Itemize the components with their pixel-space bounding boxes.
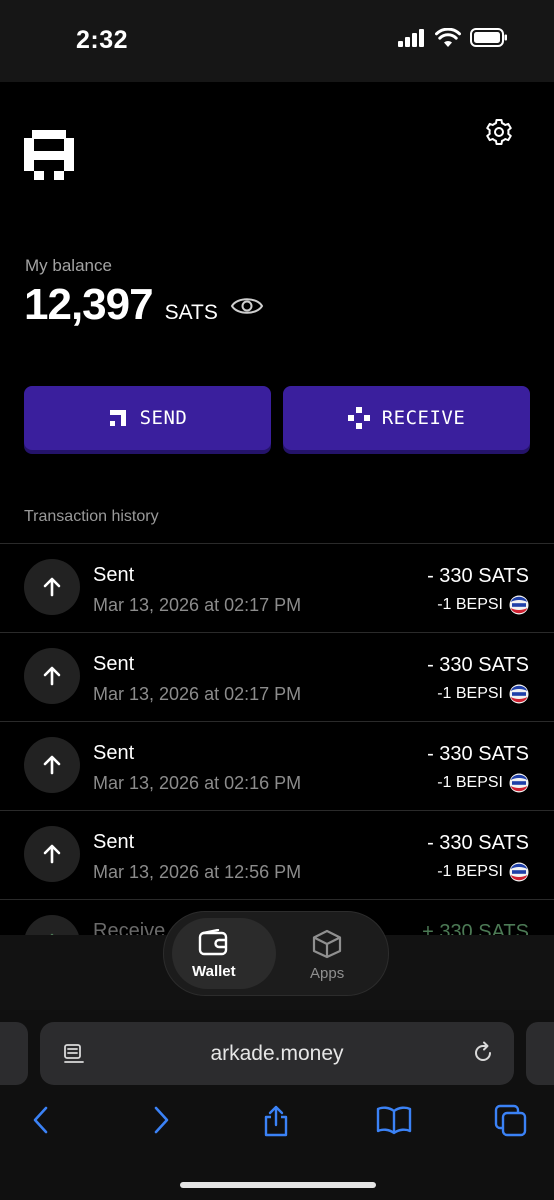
transaction-token: -1 BEPSI	[437, 862, 529, 882]
transaction-amount: - 330 SATS	[427, 743, 529, 765]
send-button[interactable]: SEND	[24, 386, 271, 450]
pepsi-token-icon	[509, 862, 529, 882]
eye-icon[interactable]	[230, 294, 264, 318]
pepsi-token-icon	[509, 773, 529, 793]
token-amount: -1 BEPSI	[437, 863, 503, 880]
token-amount: -1 BEPSI	[437, 774, 503, 791]
nav-apps-tab[interactable]: Apps	[310, 929, 344, 982]
transaction-title: Sent	[93, 742, 135, 764]
balance-value: 12,397	[24, 280, 154, 329]
bookmarks-icon[interactable]	[376, 1104, 412, 1136]
status-bar: 2:32	[0, 0, 554, 82]
token-amount: -1 BEPSI	[437, 685, 503, 702]
wifi-icon	[435, 28, 461, 47]
transaction-history-title: Transaction history	[24, 508, 159, 525]
arrow-up-icon	[24, 559, 80, 615]
bottom-nav: Wallet Apps	[163, 911, 389, 996]
arrow-up-icon	[24, 648, 80, 704]
transaction-token: -1 BEPSI	[437, 773, 529, 793]
home-indicator	[180, 1182, 376, 1188]
transaction-list: Sent Mar 13, 2026 at 02:17 PM - 330 SATS…	[0, 543, 554, 936]
transaction-amount: - 330 SATS	[427, 565, 529, 587]
transaction-row[interactable]: Sent Mar 13, 2026 at 02:17 PM - 330 SATS…	[0, 544, 554, 633]
send-icon	[109, 410, 126, 426]
address-bar[interactable]: arkade.money	[40, 1022, 514, 1085]
transaction-date: Mar 13, 2026 at 12:56 PM	[93, 862, 302, 882]
share-icon[interactable]	[260, 1104, 292, 1138]
next-tab-preview[interactable]	[526, 1022, 554, 1085]
transaction-title: Receive	[93, 920, 166, 936]
token-amount: -1 BEPSI	[437, 596, 503, 613]
transaction-token: -1 BEPSI	[437, 595, 529, 615]
previous-tab-preview[interactable]	[0, 1022, 28, 1085]
transaction-title: Sent	[93, 564, 135, 586]
transaction-amount: + 330 SATS	[422, 921, 529, 936]
url-text: arkade.money	[210, 1042, 344, 1065]
nav-wallet-label: Wallet	[192, 963, 236, 980]
arrow-up-icon	[24, 826, 80, 882]
gear-icon[interactable]	[484, 117, 514, 147]
status-time: 2:32	[76, 26, 129, 54]
balance-unit: SATS	[164, 301, 218, 324]
transaction-title: Sent	[93, 653, 135, 675]
balance-amount: 12,397 SATS	[24, 280, 218, 330]
tabs-icon[interactable]	[494, 1104, 528, 1138]
receive-button[interactable]: RECEIVE	[283, 386, 530, 450]
transaction-amount: - 330 SATS	[427, 832, 529, 854]
forward-icon[interactable]	[150, 1104, 172, 1136]
battery-icon	[470, 28, 507, 47]
nav-apps-label: Apps	[310, 965, 345, 982]
cellular-signal-icon	[398, 28, 424, 47]
transaction-title: Sent	[93, 831, 135, 853]
pepsi-token-icon	[509, 595, 529, 615]
status-icons	[398, 28, 508, 47]
back-icon[interactable]	[30, 1104, 52, 1136]
transaction-row[interactable]: Sent Mar 13, 2026 at 12:56 PM - 330 SATS…	[0, 811, 554, 900]
receive-label: RECEIVE	[381, 407, 466, 429]
transaction-row[interactable]: Sent Mar 13, 2026 at 02:17 PM - 330 SATS…	[0, 633, 554, 722]
balance-label: My balance	[25, 256, 112, 275]
transaction-date: Mar 13, 2026 at 02:16 PM	[93, 773, 302, 793]
pepsi-token-icon	[509, 684, 529, 704]
arrow-down-icon	[24, 915, 80, 936]
nav-wallet-tab[interactable]: Wallet	[192, 929, 236, 980]
receive-icon	[347, 407, 370, 429]
reload-icon[interactable]	[470, 1040, 496, 1066]
send-label: SEND	[139, 407, 188, 429]
transaction-row[interactable]: Sent Mar 13, 2026 at 02:16 PM - 330 SATS…	[0, 722, 554, 811]
transaction-token: -1 BEPSI	[437, 684, 529, 704]
transaction-date: Mar 13, 2026 at 02:17 PM	[93, 684, 302, 704]
wallet-screen: 2:32 My balance 12,397 SATS SEND RECEIVE…	[0, 0, 554, 1200]
wallet-icon	[198, 929, 228, 956]
arkade-logo	[24, 130, 74, 180]
cube-icon	[312, 929, 342, 959]
arrow-up-icon	[24, 737, 80, 793]
transaction-amount: - 330 SATS	[427, 654, 529, 676]
transaction-date: Mar 13, 2026 at 02:17 PM	[93, 595, 302, 615]
